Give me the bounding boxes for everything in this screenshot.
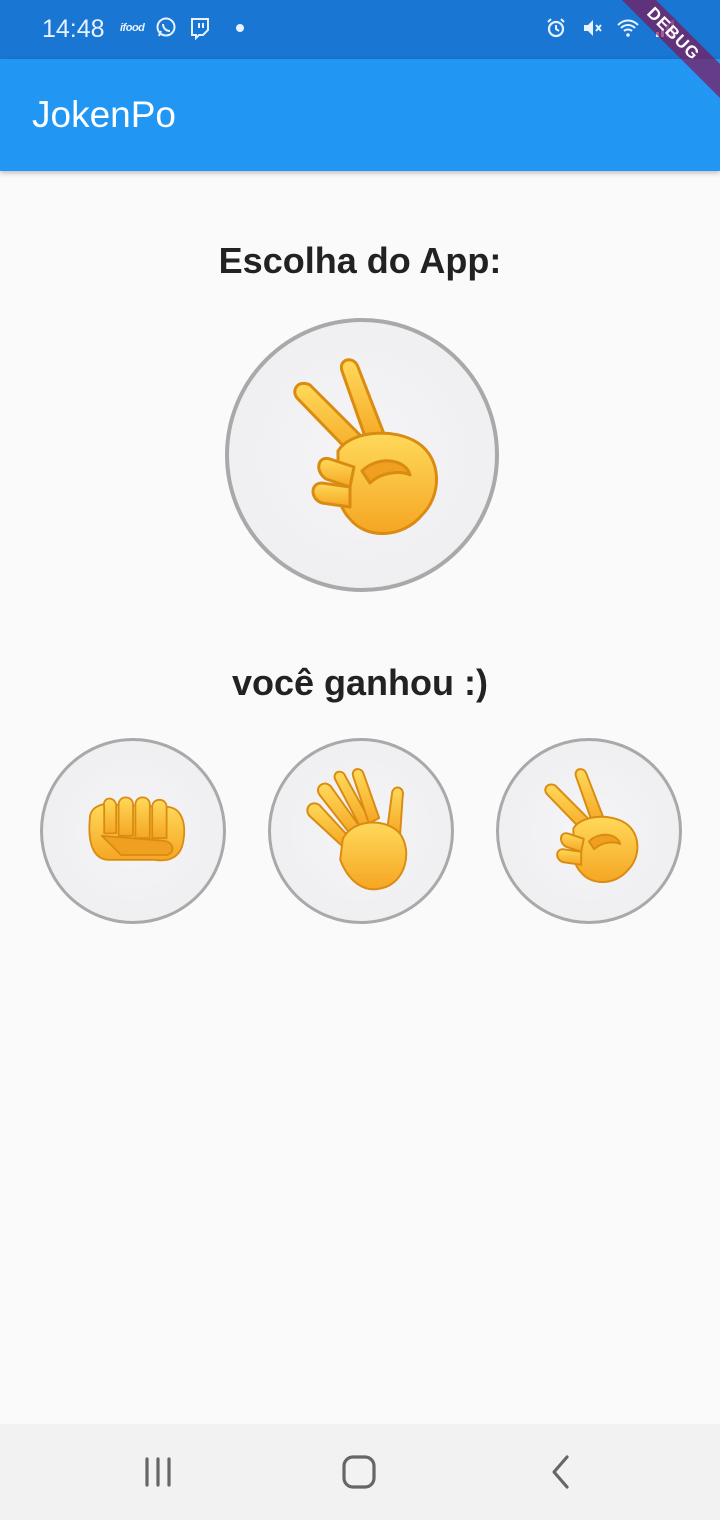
status-time: 14:48	[42, 15, 105, 43]
rock-fist-icon	[73, 771, 193, 891]
ifood-icon: ifood	[120, 22, 145, 34]
system-nav-bar	[0, 1424, 720, 1520]
recent-apps-icon	[145, 1457, 171, 1487]
back-icon	[552, 1455, 569, 1489]
status-bar: 14:48 ifood	[0, 0, 720, 59]
signal-icon	[652, 16, 676, 40]
app-bar: JokenPo	[0, 59, 720, 171]
back-button[interactable]	[541, 1452, 581, 1492]
status-icons-right	[544, 16, 676, 40]
app-choice-image	[225, 318, 499, 592]
option-rock-button[interactable]	[40, 738, 226, 924]
home-icon	[342, 1455, 376, 1489]
result-text: você ganhou :)	[231, 662, 488, 703]
mute-icon	[580, 16, 604, 40]
status-icons-left: ifood	[120, 16, 245, 40]
option-scissors-button[interactable]	[496, 738, 682, 924]
paper-hand-icon	[296, 766, 426, 896]
twitch-icon	[188, 16, 212, 40]
wifi-icon	[616, 16, 640, 40]
option-paper-button[interactable]	[268, 738, 454, 924]
app-choice-label: Escolha do App:	[218, 240, 502, 281]
scissors-hand-icon	[262, 355, 462, 555]
app-title: JokenPo	[32, 94, 176, 135]
notification-dot	[236, 24, 245, 32]
scissors-hand-icon	[524, 766, 654, 896]
home-button[interactable]	[339, 1452, 379, 1492]
alarm-icon	[544, 16, 568, 40]
whatsapp-icon	[154, 16, 178, 40]
recent-apps-button[interactable]	[139, 1452, 179, 1492]
